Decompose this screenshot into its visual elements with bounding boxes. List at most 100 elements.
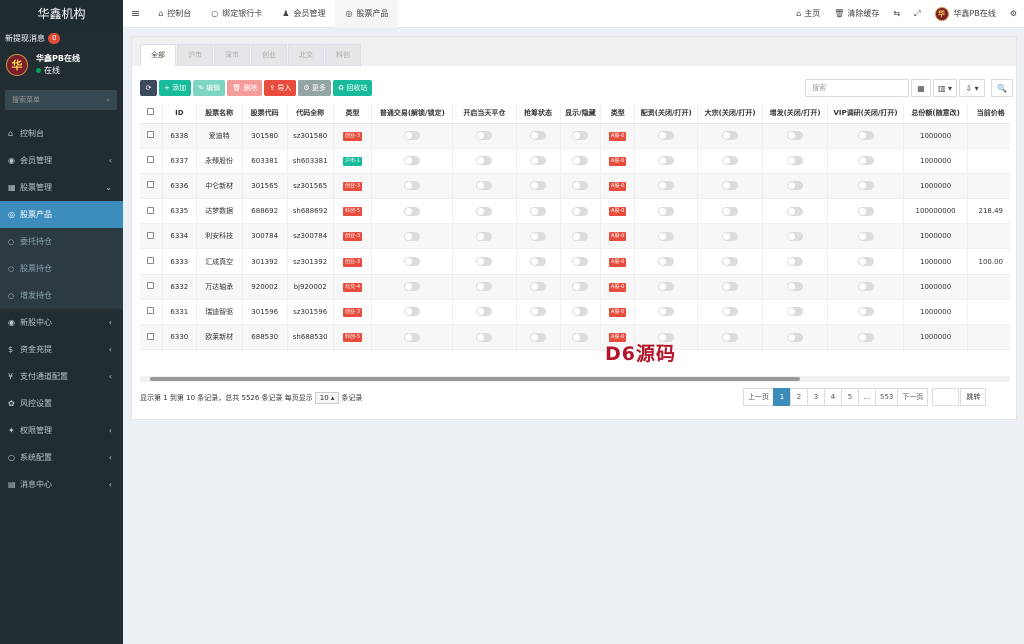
toggle-switch[interactable] [722, 257, 739, 267]
toggle-switch[interactable] [404, 307, 421, 317]
row-checkbox[interactable] [140, 324, 163, 351]
cell-grab-status[interactable] [516, 248, 561, 275]
toggle-switch[interactable] [404, 231, 421, 241]
toggle-switch[interactable] [572, 206, 589, 216]
page-button[interactable]: 5 [841, 388, 859, 406]
table-row[interactable]: 6337永臻股份603381sh603381沪市-1A股-01000000- [140, 148, 1010, 174]
sidebar-item-12[interactable]: ○ 系统配置 ‹ [0, 444, 123, 471]
cell-vip-research[interactable] [827, 324, 904, 351]
home-link[interactable]: ⌂ 主页 [789, 8, 827, 19]
cell-grab-status[interactable] [516, 299, 561, 326]
cell-grab-status[interactable] [516, 324, 561, 351]
toggle-switch[interactable] [787, 156, 804, 166]
filter-tab-0[interactable]: 全部 [140, 44, 176, 66]
cell-normal-trade[interactable] [371, 274, 454, 300]
cell-vip-research[interactable] [827, 148, 904, 174]
cell-visibility[interactable] [560, 324, 602, 351]
cell-placement[interactable] [762, 299, 829, 326]
toggle-switch[interactable] [404, 181, 421, 191]
cell-block-trade[interactable] [697, 324, 763, 351]
tab-stock-products[interactable]: ◎ 股票产品 [335, 0, 399, 28]
toggle-switch[interactable] [476, 307, 493, 317]
column-header[interactable]: 类型 [333, 103, 373, 124]
cell-placement[interactable] [762, 349, 829, 353]
refresh-button[interactable]: ⟳ [140, 80, 157, 96]
cell-margin[interactable] [634, 274, 699, 300]
cell-vip-research[interactable] [827, 173, 904, 200]
cell-normal-trade[interactable] [371, 173, 454, 200]
row-checkbox[interactable] [140, 223, 163, 250]
toggle-switch[interactable] [404, 282, 421, 292]
toggle-switch[interactable] [476, 131, 493, 141]
toggle-switch[interactable] [857, 231, 874, 241]
toggle-switch[interactable] [722, 231, 739, 241]
cell-normal-trade[interactable] [371, 248, 454, 275]
jump-button[interactable]: 跳转 [960, 388, 987, 406]
clear-cache-button[interactable]: 🗑 清除缓存 [827, 8, 886, 19]
cell-normal-trade[interactable] [371, 148, 454, 174]
toggle-switch[interactable] [476, 282, 493, 292]
cell-block-trade[interactable] [697, 223, 763, 250]
cell-same-day-close[interactable] [452, 148, 517, 174]
toggle-switch[interactable] [530, 307, 547, 317]
cell-block-trade[interactable] [697, 248, 763, 275]
cell-vip-research[interactable] [827, 274, 904, 300]
cell-grab-status[interactable] [516, 173, 561, 200]
toggle-switch[interactable] [787, 181, 804, 191]
cell-same-day-close[interactable] [452, 274, 517, 300]
column-header[interactable]: 当前价格 [967, 103, 1010, 124]
toggle-switch[interactable] [787, 332, 804, 342]
settings-icon[interactable]: ⚙ [1003, 9, 1024, 18]
menu-search-input[interactable]: 搜索菜单 ⌕ [5, 90, 117, 110]
table-row[interactable]: 6335 达梦数据 688692 sh688692 科创-5 A股-0 100000000 2… [140, 198, 1010, 225]
sidebar-item-3[interactable]: ◎ 股票产品 [0, 201, 123, 228]
cell-vip-research[interactable] [827, 223, 904, 250]
sidebar-item-13[interactable]: ▤ 消息中心 ‹ [0, 471, 123, 498]
column-header[interactable]: 抢筹状态 [516, 103, 561, 124]
cell-visibility[interactable] [560, 299, 602, 326]
cell-same-day-close[interactable] [452, 248, 517, 275]
cell-placement[interactable] [762, 148, 829, 174]
tab-dashboard[interactable]: ⌂ 控制台 [148, 0, 201, 28]
filter-tab-4[interactable]: 北交 [288, 44, 324, 66]
sidebar-item-4[interactable]: ○ 委托持仓 [0, 228, 123, 255]
cell-vip-research[interactable] [827, 123, 904, 149]
column-header[interactable]: 大宗(关闭/打开) [697, 103, 763, 124]
import-button[interactable]: ⇪ 导入 [264, 80, 297, 96]
cell-placement[interactable] [762, 198, 829, 225]
toggle-switch[interactable] [658, 206, 675, 216]
table-row[interactable]: 6338爱迪特301580sz301580创业-3A股-01000000- [140, 123, 1010, 149]
cell-margin[interactable] [634, 123, 699, 149]
cell-normal-trade[interactable] [371, 324, 454, 351]
tab-members[interactable]: ♟ 会员管理 [272, 0, 335, 28]
table-row[interactable]: 6331瑞迪智驱301596sz301596创业-3A股-01000000- [140, 299, 1010, 326]
cell-visibility[interactable] [560, 198, 602, 225]
toggle-switch[interactable] [787, 257, 804, 267]
user-menu[interactable]: 华华鑫PB在线 [928, 6, 1003, 21]
prev-page-button[interactable]: 上一页 [743, 388, 774, 406]
toggle-switch[interactable] [722, 206, 739, 216]
table-row[interactable]: 6329宏鑫科技301539sz301539创业-3A股-01000000- [140, 349, 1010, 353]
sidebar-item-8[interactable]: $ 资金充提 ‹ [0, 336, 123, 363]
toggle-switch[interactable] [572, 181, 589, 191]
table-row[interactable]: 6333 汇成真空 301392 sz301392 创业-3 A股-0 1000000 100… [140, 248, 1010, 275]
toggle-switch[interactable] [722, 332, 739, 342]
toggle-switch[interactable] [857, 156, 874, 166]
cell-block-trade[interactable] [697, 299, 763, 326]
column-header[interactable]: ID [162, 103, 197, 124]
row-checkbox[interactable] [140, 123, 163, 149]
cell-vip-research[interactable] [827, 299, 904, 326]
jump-page-input[interactable] [932, 388, 960, 406]
cell-placement[interactable] [762, 173, 829, 200]
cell-grab-status[interactable] [516, 274, 561, 300]
row-checkbox[interactable] [140, 173, 163, 200]
toggle-switch[interactable] [404, 206, 421, 216]
horizontal-scrollbar[interactable] [140, 376, 1010, 382]
cell-margin[interactable] [634, 148, 699, 174]
cell-grab-status[interactable] [516, 349, 561, 353]
toggle-switch[interactable] [857, 131, 874, 141]
cell-normal-trade[interactable] [371, 198, 454, 225]
toggle-switch[interactable] [530, 131, 547, 141]
cell-visibility[interactable] [560, 349, 602, 353]
toggle-switch[interactable] [530, 282, 547, 292]
